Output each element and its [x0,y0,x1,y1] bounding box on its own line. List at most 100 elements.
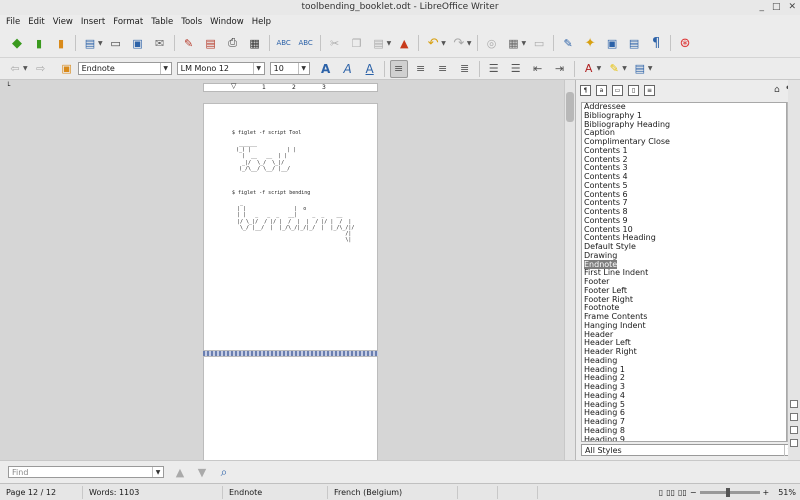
find-previous-icon[interactable]: ▲ [171,463,189,481]
font-name-select[interactable]: LM Mono 12 ▼ [176,62,265,75]
chevron-down-icon[interactable]: ▼ [441,40,446,47]
fill-format-icon[interactable]: ⌂ [774,85,780,95]
chevron-down-icon[interactable]: ▼ [297,63,309,74]
background-color-icon[interactable]: ▤ [631,60,649,78]
bold-icon[interactable]: A [317,60,335,78]
extension-update-icon[interactable]: ◆ [8,34,26,52]
horizontal-ruler[interactable]: 1 2 3 ▽ [203,82,378,92]
help-icon[interactable]: ⊛ [676,34,694,52]
chevron-down-icon[interactable]: ▼ [98,40,103,47]
new-icon[interactable]: ▤ [81,34,99,52]
chevron-down-icon[interactable]: ▼ [648,65,653,72]
bullets-icon[interactable]: ☰ [507,60,525,78]
print-preview-icon[interactable]: ▦ [246,34,264,52]
book-view-icon[interactable]: ▯▯ [678,488,687,497]
indent-marker-icon[interactable]: ▽ [231,82,236,90]
italic-icon[interactable]: A [339,60,357,78]
zoom-out-icon[interactable]: − [690,488,697,497]
formatting-marks-icon[interactable]: ¶ [647,34,665,52]
increase-indent-icon[interactable]: ⇥ [551,60,569,78]
zoom-slider-handle[interactable] [725,487,730,497]
align-left-icon[interactable]: ≡ [389,59,408,78]
style-filter-select[interactable]: All Styles ▼ [581,444,796,456]
chevron-down-icon[interactable]: ▼ [159,63,171,74]
page-count[interactable]: Page 12 / 12 [0,485,83,499]
clone-formatting-icon[interactable]: ▲ [395,34,413,52]
chevron-down-icon[interactable]: ▼ [467,40,472,47]
menu-insert[interactable]: Insert [77,15,109,29]
menu-window[interactable]: Window [206,15,248,29]
decrease-indent-icon[interactable]: ⇤ [529,60,547,78]
navigator-icon[interactable] [790,439,798,447]
chevron-down-icon[interactable]: ▼ [622,65,627,72]
forward-icon[interactable]: ⇨ [32,60,50,78]
list-styles-icon[interactable]: ≡ [644,84,655,96]
document-area[interactable]: $ figlet -f script Tool ______ (_) | | |… [0,94,564,460]
menu-view[interactable]: View [49,15,77,29]
align-center-icon[interactable]: ≡ [412,60,430,78]
paste-icon[interactable]: ▤ [370,34,388,52]
data-sources-icon[interactable]: ▤ [625,34,643,52]
find-replace-icon[interactable]: ⌕ [215,463,233,481]
paragraph-styles-icon[interactable]: ¶ [580,84,591,96]
gallery-icon[interactable] [790,426,798,434]
justify-icon[interactable]: ≣ [456,60,474,78]
document-scrollbar[interactable] [564,80,575,460]
font-size-select[interactable]: 10 ▼ [269,62,310,75]
close-button[interactable]: ✕ [788,0,796,15]
styles-formatting-icon[interactable]: ▣ [58,60,76,78]
find-input[interactable]: Find ▼ [8,466,164,478]
properties-icon[interactable] [790,400,798,408]
styles-icon[interactable] [790,413,798,421]
maximize-button[interactable]: □ [772,0,781,15]
show-draw-functions-icon[interactable]: ▭ [530,34,548,52]
chevron-down-icon[interactable]: ▼ [252,63,264,74]
language[interactable]: French (Belgium) [328,485,458,499]
find-next-icon[interactable]: ▼ [193,463,211,481]
redo-icon[interactable]: ↷ [450,34,468,52]
gallery-icon[interactable]: ▣ [603,34,621,52]
copy-icon[interactable]: ❐ [348,34,366,52]
zoom-slider[interactable] [699,487,760,497]
zoom-in-icon[interactable]: + [763,488,770,497]
undo-icon[interactable]: ↶ [424,34,442,52]
page-style[interactable]: Endnote [223,485,328,499]
chevron-down-icon[interactable]: ▼ [23,65,28,72]
edit-mode-icon[interactable]: ✎ [180,34,198,52]
new-document-icon[interactable]: ▮ [30,34,48,52]
style-list-item[interactable]: Heading 9 [582,435,786,441]
highlight-icon[interactable]: ✎ [605,60,623,78]
email-icon[interactable]: ✉ [151,34,169,52]
menu-edit[interactable]: Edit [24,15,48,29]
table-icon[interactable]: ▦ [505,34,523,52]
export-pdf-icon[interactable]: ▤ [202,34,220,52]
page[interactable] [203,356,378,460]
multi-page-view-icon[interactable]: ▯▯ [666,488,675,497]
word-count[interactable]: Words: 1103 [83,485,223,499]
back-icon[interactable]: ⇦ [6,60,24,78]
hyperlink-icon[interactable]: ◎ [483,34,501,52]
menu-format[interactable]: Format [109,15,147,29]
align-right-icon[interactable]: ≡ [434,60,452,78]
page-styles-icon[interactable]: ▯ [628,84,639,96]
menu-help[interactable]: Help [248,15,275,29]
scrollbar-thumb[interactable] [566,92,574,122]
paragraph-style-select[interactable]: Endnote ▼ [77,62,172,75]
font-color-icon[interactable]: A [580,60,598,78]
spellcheck-icon[interactable]: ABC [275,34,293,52]
menu-table[interactable]: Table [147,15,177,29]
menu-file[interactable]: File [2,15,24,29]
style-list[interactable]: Addressee Bibliography 1 Bibliography Head… [581,102,787,442]
open-icon[interactable]: ▭ [107,34,125,52]
frame-styles-icon[interactable]: ▭ [612,84,623,96]
export-icon[interactable]: ▮ [52,34,70,52]
chevron-down-icon[interactable]: ▼ [522,40,527,47]
navigator-icon[interactable]: ✦ [581,34,599,52]
autospellcheck-icon[interactable]: ABC [297,34,315,52]
zoom-level[interactable]: 51% [778,488,796,497]
chevron-down-icon[interactable]: ▼ [152,467,163,477]
chevron-down-icon[interactable]: ▼ [387,40,392,47]
single-page-view-icon[interactable]: ▯ [659,488,663,497]
character-styles-icon[interactable]: a [596,84,607,96]
cut-icon[interactable]: ✂ [326,34,344,52]
